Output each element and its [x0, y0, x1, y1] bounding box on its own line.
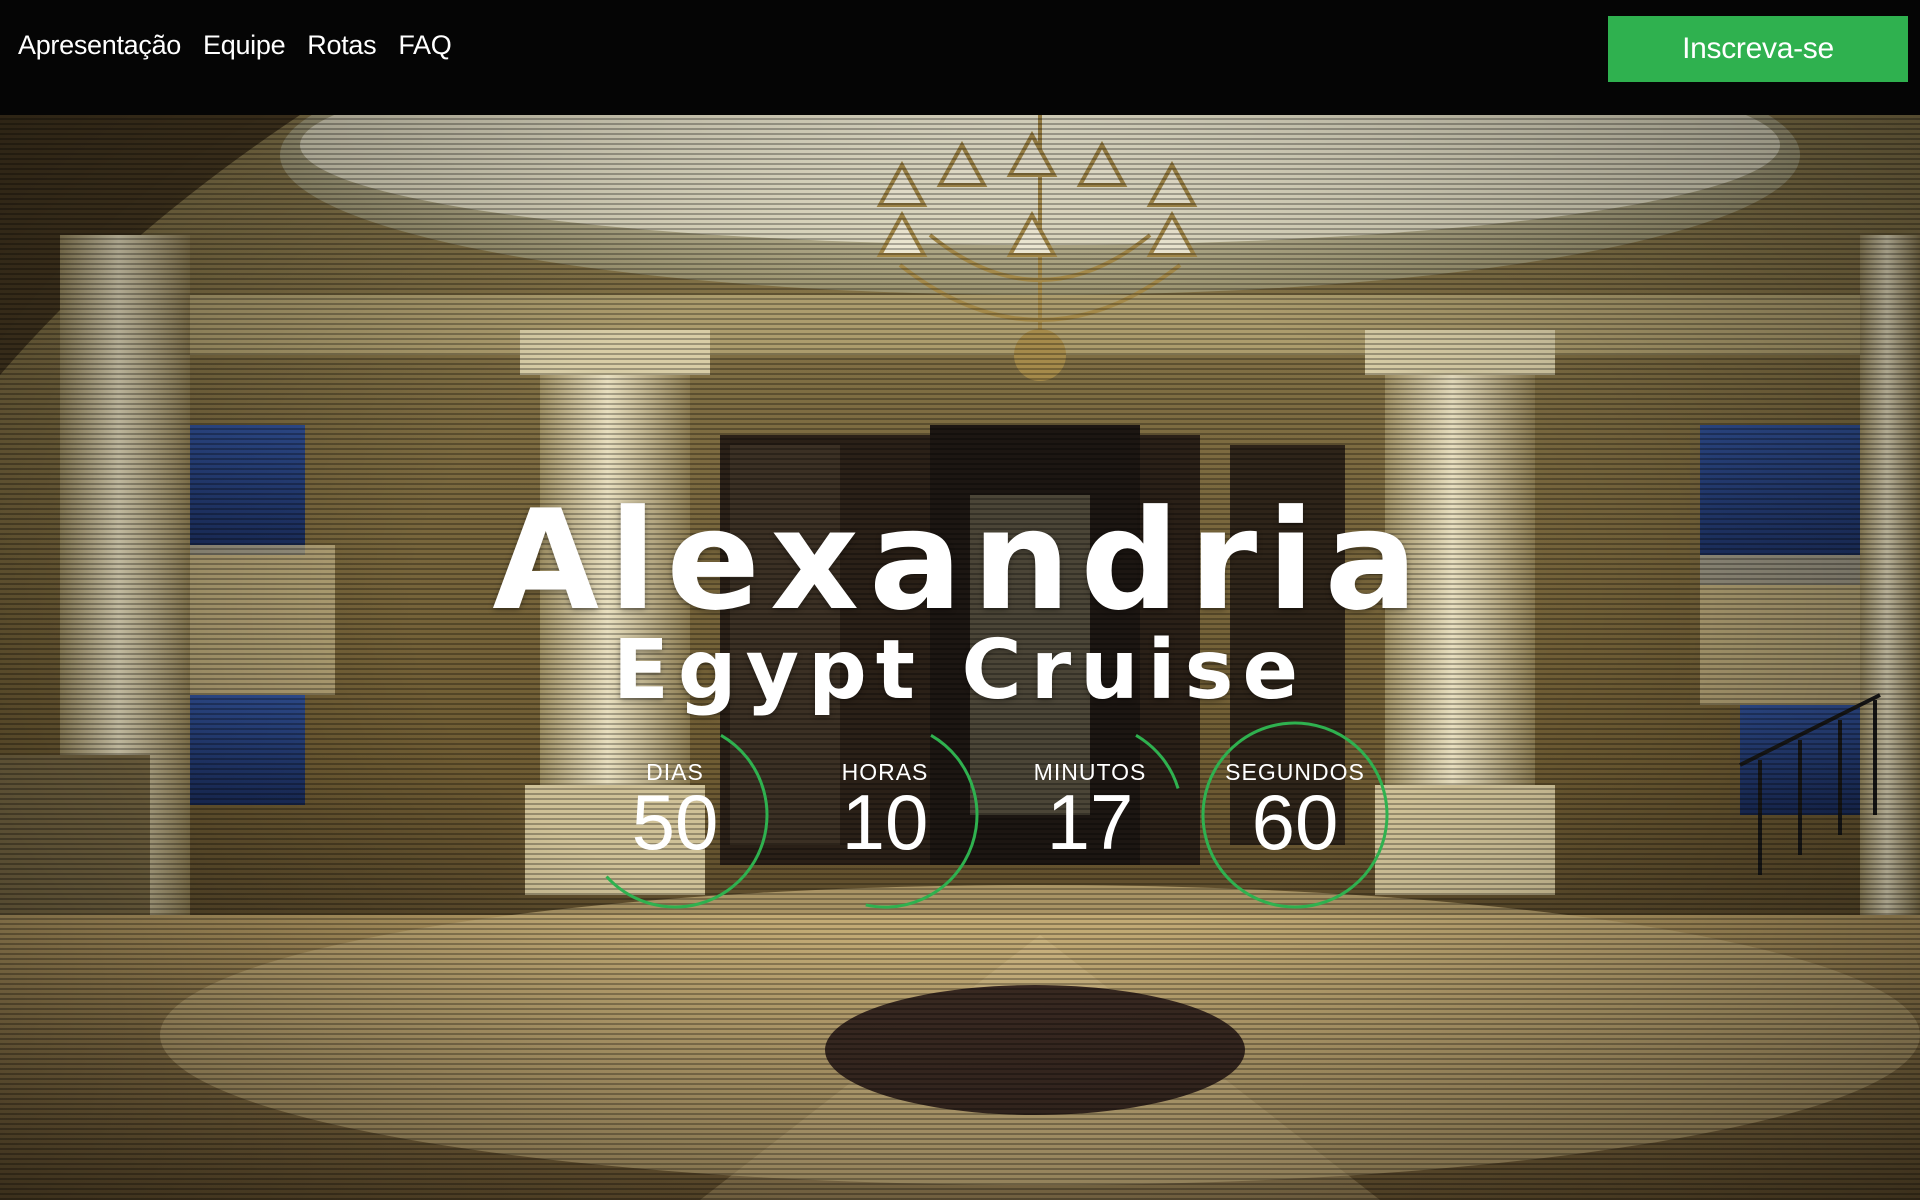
- top-navigation-bar: Apresentação Equipe Rotas FAQ Inscreva-s…: [0, 0, 1920, 115]
- countdown-days-value: 50: [631, 778, 719, 866]
- hero-subtitle: Egypt Cruise: [612, 623, 1308, 719]
- countdown-minutes: MINUTOS 17: [990, 715, 1190, 915]
- nav-link-equipe[interactable]: Equipe: [203, 30, 286, 61]
- nav-link-apresentacao[interactable]: Apresentação: [18, 30, 181, 61]
- countdown-seconds: SEGUNDOS 60: [1195, 715, 1395, 915]
- landing-page: Apresentação Equipe Rotas FAQ Inscreva-s…: [0, 0, 1920, 1200]
- countdown-days: DIAS 50: [575, 715, 775, 915]
- hero-title: Alexandria: [492, 480, 1428, 642]
- countdown-hours-value: 10: [841, 778, 929, 866]
- main-nav: Apresentação Equipe Rotas FAQ: [18, 30, 452, 61]
- nav-link-faq[interactable]: FAQ: [398, 30, 451, 61]
- countdown-hours: HORAS 10: [785, 715, 985, 915]
- countdown-minutes-value: 17: [1046, 778, 1134, 866]
- countdown-seconds-value: 60: [1251, 778, 1339, 866]
- hero-section: Alexandria Egypt Cruise DIAS 50 HORAS 10: [0, 115, 1920, 1200]
- signup-button[interactable]: Inscreva-se: [1608, 16, 1908, 82]
- nav-link-rotas[interactable]: Rotas: [307, 30, 376, 61]
- countdown-timer: DIAS 50 HORAS 10 MINUTOS 17 SEGUNDOS 60: [0, 715, 1920, 935]
